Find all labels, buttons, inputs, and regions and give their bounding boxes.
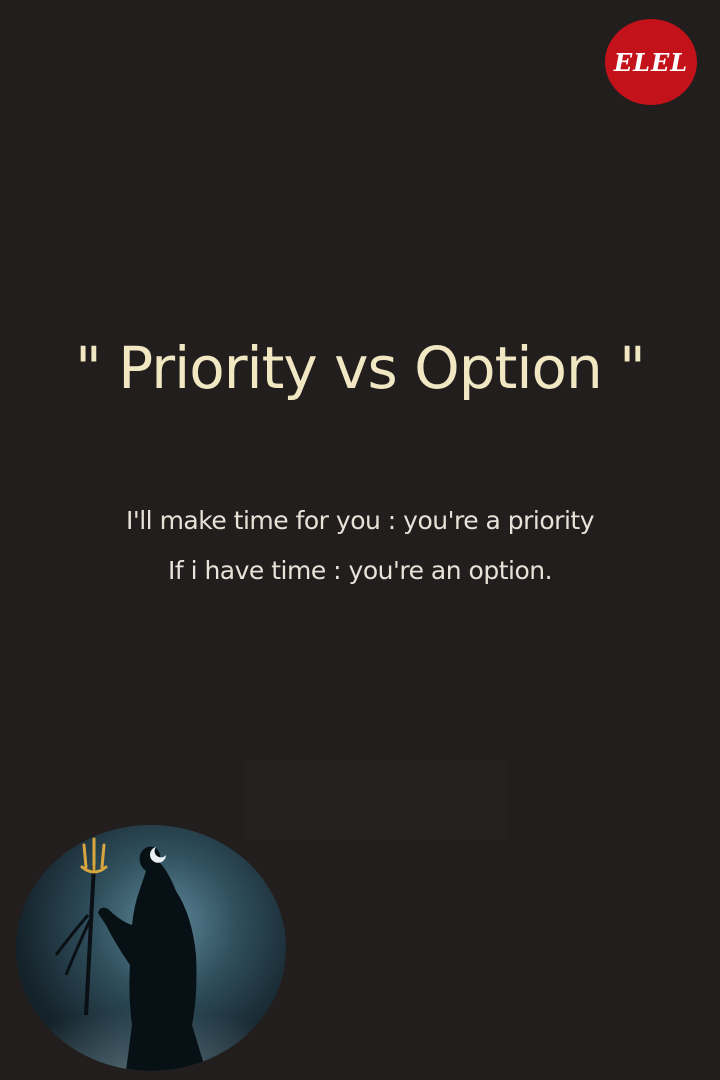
quote-text: I'll make time for you : you're a priori… [0, 496, 720, 596]
quote-line-priority: I'll make time for you : you're a priori… [125, 506, 595, 535]
faint-watermark [245, 760, 510, 840]
profile-avatar[interactable] [16, 825, 286, 1071]
brand-logo-text: ELEL [613, 47, 689, 77]
trident-silhouette-icon [16, 837, 286, 1071]
brand-logo-badge[interactable]: ELEL [605, 19, 697, 105]
quote-line-option: If i have time : you're an option. [167, 556, 553, 585]
post-card: ELEL " Priority vs Option " I'll make ti… [0, 0, 720, 1080]
post-title: " Priority vs Option " [75, 334, 646, 402]
